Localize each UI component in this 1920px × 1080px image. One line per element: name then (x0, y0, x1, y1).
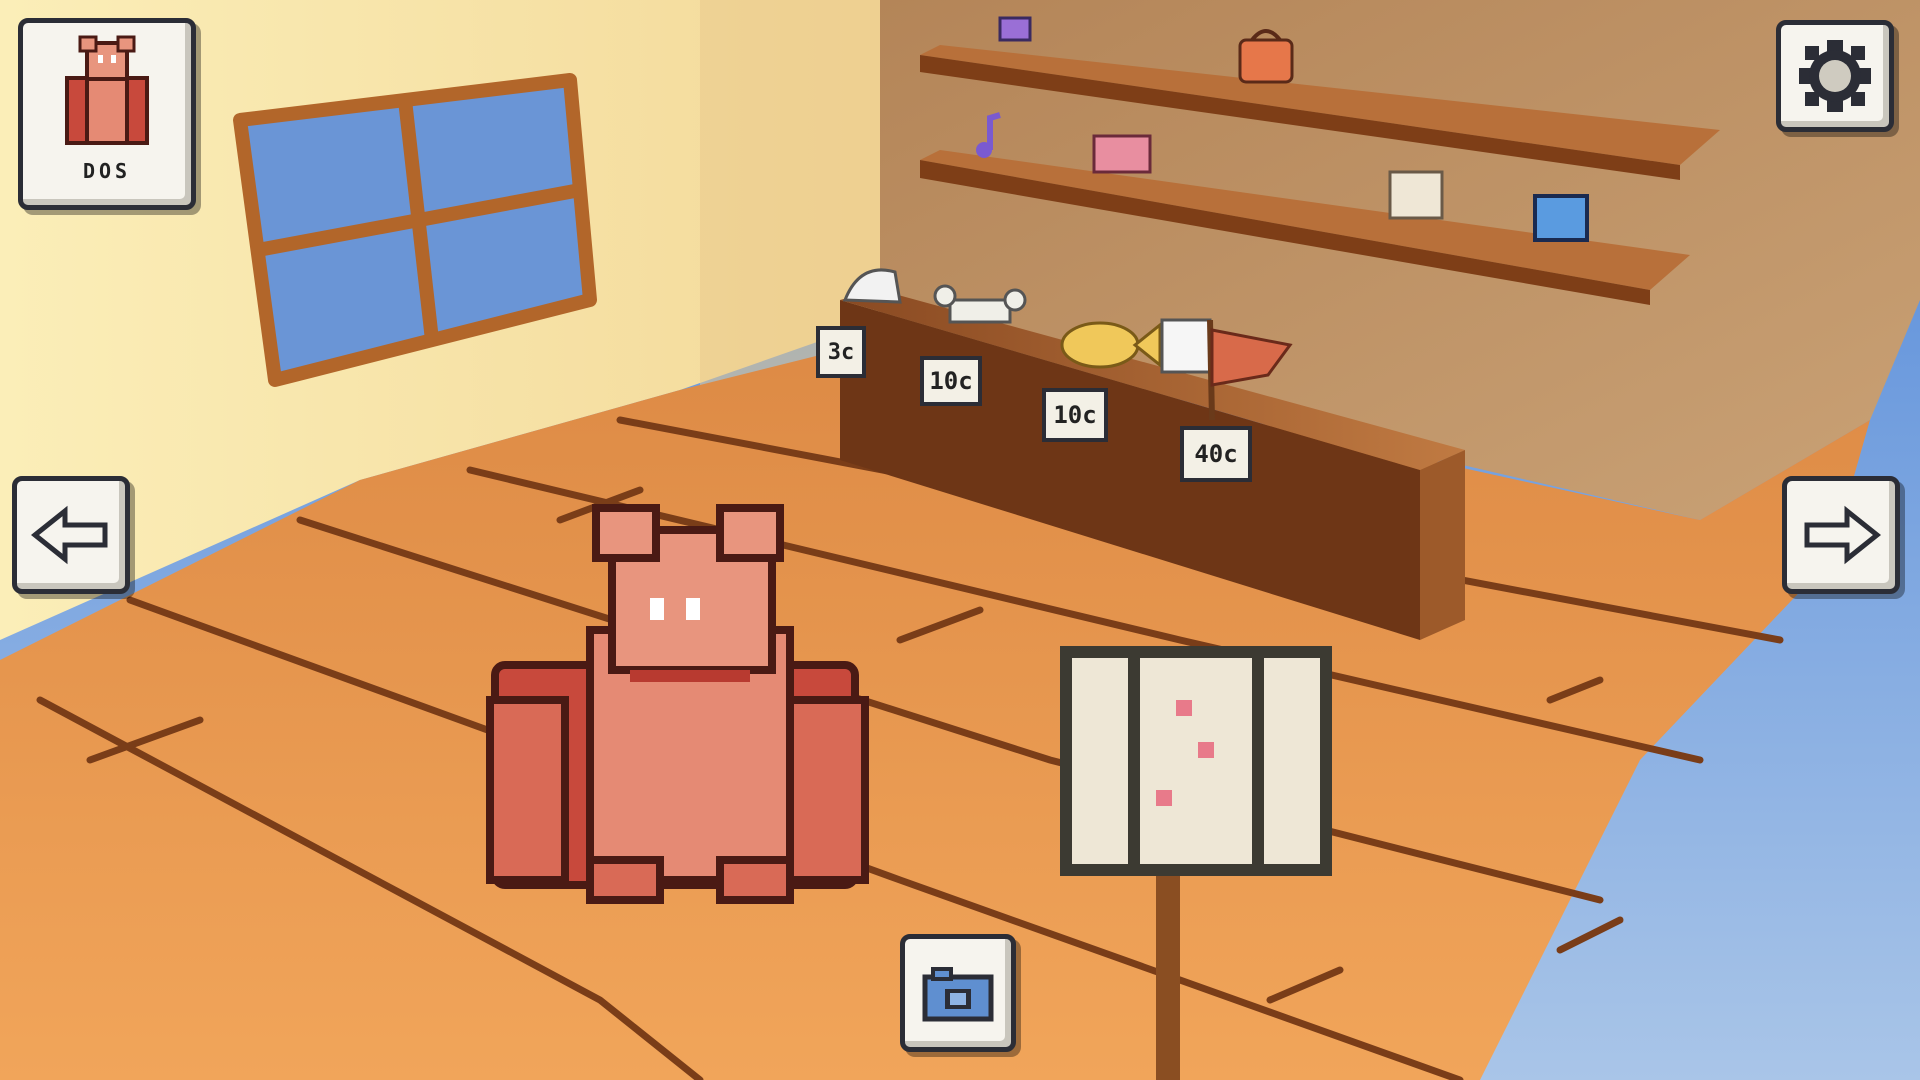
shelf-item-blue-jar (1533, 194, 1589, 242)
shelf-item-purple-bow (998, 16, 1032, 42)
arrow-left-icon (31, 505, 108, 565)
price-tag: 10c (920, 356, 982, 406)
camera-icon (922, 967, 994, 1022)
settings-button[interactable] (1776, 20, 1894, 132)
shop-room-scene (0, 0, 1920, 1080)
shelf-item-paper (1388, 170, 1444, 220)
shelf-item-pink-box (1092, 134, 1152, 174)
previous-room-button[interactable] (12, 476, 130, 594)
next-room-button[interactable] (1782, 476, 1900, 594)
pet-profile-button[interactable]: DOS (18, 18, 196, 210)
pet-name-label: DOS (82, 159, 132, 183)
camera-button[interactable] (900, 934, 1016, 1052)
arrow-right-icon (1804, 505, 1881, 565)
shelf-item-bag (1238, 29, 1294, 84)
price-tag: 3c (816, 326, 866, 378)
price-tag: 40c (1180, 426, 1252, 482)
gear-icon (1799, 40, 1871, 112)
price-tag: 10c (1042, 388, 1108, 442)
gorilla-portrait-icon (65, 35, 149, 145)
